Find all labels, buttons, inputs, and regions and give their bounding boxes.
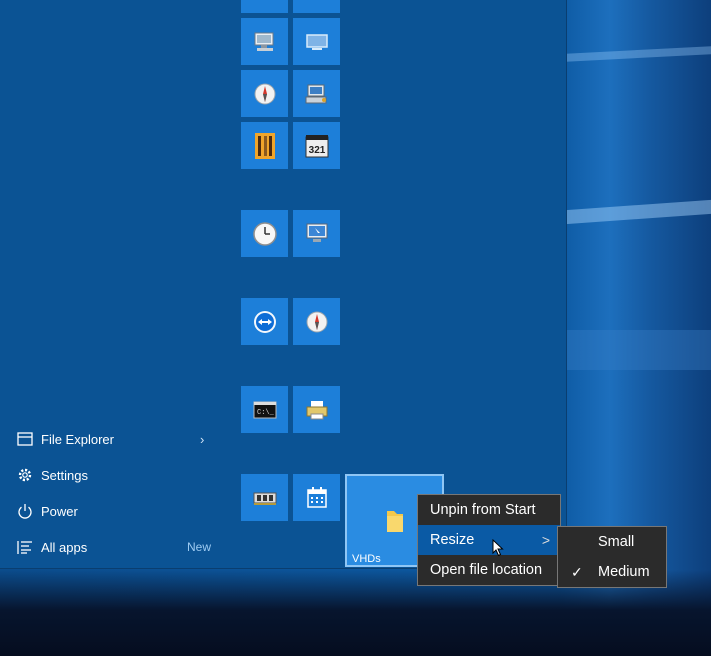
checkmark-icon: ✓ (571, 564, 583, 580)
wallpaper-light-beam (566, 330, 711, 370)
teamviewer-tile[interactable] (241, 298, 288, 345)
mouse-cursor-icon (492, 539, 504, 557)
chevron-right-icon: > (541, 532, 550, 548)
compass-icon (306, 311, 327, 332)
app-tile[interactable] (293, 0, 340, 13)
svg-text:C:\_: C:\_ (257, 409, 275, 417)
wallpaper-light-beam (566, 199, 711, 225)
vhds-tile-label: VHDs (352, 553, 381, 565)
film-tile[interactable] (241, 122, 288, 169)
folder-icon (386, 510, 403, 532)
display-settings-icon (306, 223, 327, 242)
settings-item[interactable]: Settings (0, 457, 230, 493)
wallpaper-light-beam (566, 46, 711, 62)
remote-desktop-tile[interactable] (241, 18, 288, 65)
printer-tile[interactable] (293, 386, 340, 433)
unpin-label: Unpin from Start (430, 502, 536, 518)
power-label: Power (41, 503, 78, 519)
clock-tile[interactable] (241, 210, 288, 257)
teamviewer-icon (253, 310, 276, 333)
svg-text:321: 321 (308, 145, 325, 156)
memory-chip-icon (253, 492, 276, 505)
computer-tools-tile[interactable] (293, 70, 340, 117)
resize-submenu: Small ✓ Medium (557, 526, 667, 588)
all-apps-item[interactable]: All apps New (0, 529, 230, 565)
monitor-icon (305, 33, 328, 50)
file-explorer-label: File Explorer (41, 431, 114, 447)
compass-tile-2[interactable] (293, 298, 340, 345)
media-player-tile[interactable]: 321 (293, 122, 340, 169)
compass-tile[interactable] (241, 70, 288, 117)
settings-label: Settings (41, 467, 88, 483)
start-menu: 321 C:\_ VHDs File Explorer › Settings P… (0, 0, 567, 569)
open-location-label: Open file location (430, 562, 543, 578)
chevron-right-icon[interactable]: › (200, 432, 204, 447)
resize-item[interactable]: Resize > (418, 525, 560, 555)
media-player-321-icon: 321 (305, 134, 328, 157)
remote-desktop-icon (254, 32, 273, 51)
calendar-icon (306, 486, 327, 508)
printer-icon (306, 400, 327, 419)
size-small-item[interactable]: Small (558, 527, 666, 557)
all-apps-label: All apps (41, 539, 88, 555)
file-explorer-icon (16, 430, 34, 448)
list-icon (16, 538, 34, 556)
tile-context-menu: Unpin from Start Resize > Open file loca… (417, 494, 561, 586)
monitor-tile[interactable] (293, 18, 340, 65)
app-tile[interactable] (241, 0, 288, 13)
display-settings-tile[interactable] (293, 210, 340, 257)
size-medium-label: Medium (598, 564, 650, 580)
film-icon (254, 132, 275, 159)
size-medium-item[interactable]: ✓ Medium (558, 557, 666, 587)
memory-tile[interactable] (241, 474, 288, 521)
open-file-location-item[interactable]: Open file location (418, 555, 560, 585)
cmd-icon: C:\_ (253, 401, 276, 418)
power-icon (16, 502, 34, 520)
command-prompt-tile[interactable]: C:\_ (241, 386, 288, 433)
resize-label: Resize (430, 532, 475, 548)
power-item[interactable]: Power (0, 493, 230, 529)
clock-icon (252, 221, 277, 246)
new-badge: New (187, 540, 212, 554)
size-small-label: Small (598, 534, 635, 550)
computer-tools-icon (305, 84, 326, 103)
compass-icon (254, 83, 275, 104)
file-explorer-item[interactable]: File Explorer › (0, 421, 230, 457)
calendar-tile[interactable] (293, 474, 340, 521)
unpin-from-start-item[interactable]: Unpin from Start (418, 495, 560, 525)
gear-icon (16, 466, 34, 484)
